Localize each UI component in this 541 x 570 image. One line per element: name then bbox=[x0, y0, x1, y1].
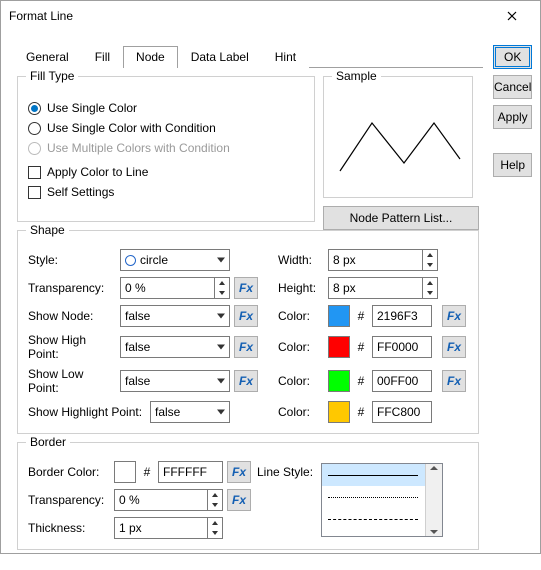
show-high-point-combo[interactable]: false bbox=[120, 336, 230, 358]
line-style-item-solid[interactable] bbox=[322, 464, 425, 486]
transparency-label: Transparency: bbox=[28, 281, 116, 295]
apply-button[interactable]: Apply bbox=[493, 105, 532, 129]
show-low-point-label: Show Low Point: bbox=[28, 367, 116, 395]
radio-use-single-color-cond[interactable] bbox=[28, 122, 41, 135]
height-label: Height: bbox=[278, 281, 324, 295]
border-transparency-label: Transparency: bbox=[28, 493, 110, 507]
tab-hint[interactable]: Hint bbox=[262, 46, 309, 68]
show-low-point-fx-button[interactable]: Fx bbox=[234, 370, 258, 392]
radio-use-multiple-colors-cond-label: Use Multiple Colors with Condition bbox=[47, 141, 230, 155]
node-color-fx-button[interactable]: Fx bbox=[442, 305, 466, 327]
border-color-hex-input[interactable]: FFFFFF bbox=[158, 461, 223, 483]
circle-icon bbox=[125, 255, 136, 266]
border-color-label: Border Color: bbox=[28, 465, 110, 479]
node-pattern-list-button[interactable]: Node Pattern List... bbox=[323, 206, 479, 230]
titlebar: Format Line bbox=[1, 1, 540, 31]
thickness-label: Thickness: bbox=[28, 521, 110, 535]
show-low-point-combo[interactable]: false bbox=[120, 370, 230, 392]
help-button[interactable]: Help bbox=[493, 153, 532, 177]
fill-type-legend: Fill Type bbox=[26, 69, 78, 83]
width-stepper[interactable]: 8 px bbox=[328, 249, 438, 271]
line-style-item-dotted[interactable] bbox=[322, 486, 425, 508]
low-point-color-swatch[interactable] bbox=[328, 370, 350, 392]
format-line-dialog: Format Line General Fill Node Data Label… bbox=[0, 0, 541, 554]
border-color-swatch[interactable] bbox=[114, 461, 136, 483]
ok-button[interactable]: OK bbox=[493, 45, 532, 69]
checkbox-self-settings[interactable] bbox=[28, 186, 41, 199]
node-color-label: Color: bbox=[278, 309, 324, 323]
border-transparency-fx-button[interactable]: Fx bbox=[227, 489, 251, 511]
highlight-point-color-hex-input[interactable]: FFC800 bbox=[372, 401, 432, 423]
border-group: Border Border Color: # FFFFFF Fx Line St… bbox=[17, 442, 479, 550]
low-point-color-hex-input[interactable]: 00FF00 bbox=[372, 370, 432, 392]
node-color-hex-input[interactable]: 2196F3 bbox=[372, 305, 432, 327]
style-combo[interactable]: circle bbox=[120, 249, 230, 271]
transparency-fx-button[interactable]: Fx bbox=[234, 277, 258, 299]
sample-preview bbox=[332, 93, 464, 189]
highlight-point-color-swatch[interactable] bbox=[328, 401, 350, 423]
tab-data-label[interactable]: Data Label bbox=[178, 46, 262, 68]
low-point-color-fx-button[interactable]: Fx bbox=[442, 370, 466, 392]
sample-line-icon bbox=[332, 93, 470, 189]
tab-bar: General Fill Node Data Label Hint bbox=[13, 45, 483, 68]
close-button[interactable] bbox=[492, 2, 532, 30]
window-title: Format Line bbox=[9, 9, 492, 23]
low-point-color-label: Color: bbox=[278, 374, 324, 388]
height-stepper[interactable]: 8 px bbox=[328, 277, 438, 299]
width-label: Width: bbox=[278, 253, 324, 267]
radio-use-multiple-colors-cond bbox=[28, 142, 41, 155]
border-color-fx-button[interactable]: Fx bbox=[227, 461, 251, 483]
thickness-stepper[interactable]: 1 px bbox=[114, 517, 223, 539]
show-node-label: Show Node: bbox=[28, 309, 116, 323]
show-highlight-point-combo[interactable]: false bbox=[150, 401, 230, 423]
high-point-color-label: Color: bbox=[278, 340, 324, 354]
sample-group: Sample bbox=[323, 76, 473, 198]
checkbox-apply-color-to-line-label: Apply Color to Line bbox=[47, 165, 148, 179]
tab-general[interactable]: General bbox=[13, 46, 82, 68]
show-high-point-label: Show High Point: bbox=[28, 333, 116, 361]
close-icon bbox=[507, 11, 517, 21]
cancel-button[interactable]: Cancel bbox=[493, 75, 532, 99]
line-style-label: Line Style: bbox=[257, 465, 317, 479]
style-label: Style: bbox=[28, 253, 116, 267]
radio-use-single-color-cond-label: Use Single Color with Condition bbox=[47, 121, 216, 135]
highlight-point-color-label: Color: bbox=[278, 405, 324, 419]
line-style-list[interactable] bbox=[321, 463, 443, 537]
border-transparency-stepper[interactable]: 0 % bbox=[114, 489, 223, 511]
node-color-swatch[interactable] bbox=[328, 305, 350, 327]
checkbox-apply-color-to-line[interactable] bbox=[28, 166, 41, 179]
checkbox-self-settings-label: Self Settings bbox=[47, 185, 114, 199]
sample-legend: Sample bbox=[332, 69, 381, 83]
fill-type-group: Fill Type Use Single Color Use Single Co… bbox=[17, 76, 315, 222]
line-style-item-dashed[interactable] bbox=[322, 508, 425, 530]
high-point-color-hex-input[interactable]: FF0000 bbox=[372, 336, 432, 358]
chevron-down-icon bbox=[430, 530, 438, 534]
radio-use-single-color[interactable] bbox=[28, 102, 41, 115]
transparency-stepper[interactable]: 0 % bbox=[120, 277, 230, 299]
high-point-color-fx-button[interactable]: Fx bbox=[442, 336, 466, 358]
high-point-color-swatch[interactable] bbox=[328, 336, 350, 358]
border-legend: Border bbox=[26, 435, 70, 449]
line-style-scrollbar[interactable] bbox=[425, 464, 442, 536]
shape-group: Shape Style: circle Width: 8 px Transpar… bbox=[17, 230, 479, 434]
shape-legend: Shape bbox=[26, 223, 69, 237]
tab-fill[interactable]: Fill bbox=[82, 46, 123, 68]
tab-node[interactable]: Node bbox=[123, 46, 178, 68]
show-highlight-point-label: Show Highlight Point: bbox=[28, 405, 146, 419]
radio-use-single-color-label: Use Single Color bbox=[47, 101, 137, 115]
show-node-combo[interactable]: false bbox=[120, 305, 230, 327]
show-node-fx-button[interactable]: Fx bbox=[234, 305, 258, 327]
show-high-point-fx-button[interactable]: Fx bbox=[234, 336, 258, 358]
chevron-up-icon bbox=[430, 466, 438, 470]
